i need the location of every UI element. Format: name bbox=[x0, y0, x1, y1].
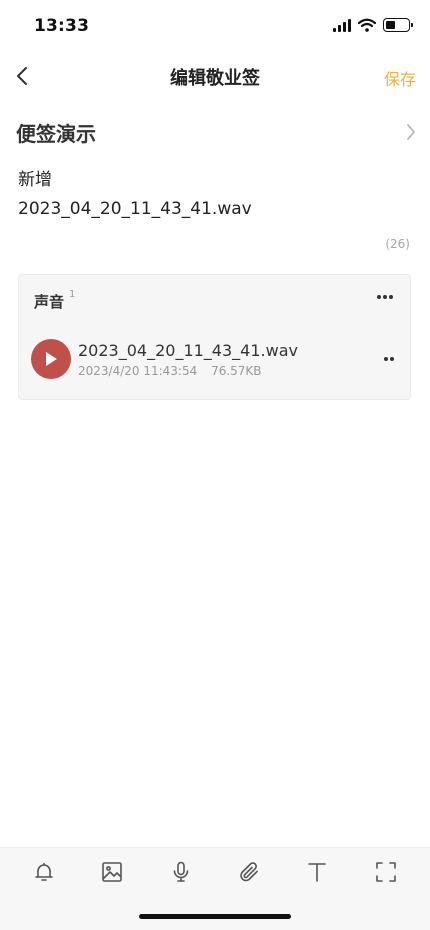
insert-image-button[interactable] bbox=[94, 854, 130, 890]
page-title: 编辑敬业签 bbox=[170, 68, 260, 89]
record-audio-button[interactable] bbox=[163, 854, 199, 890]
note-title-row[interactable]: 便签演示 bbox=[16, 112, 416, 152]
play-button[interactable] bbox=[31, 339, 71, 379]
battery-level bbox=[386, 21, 396, 29]
note-title: 便签演示 bbox=[16, 121, 96, 146]
more-dot bbox=[389, 295, 393, 299]
microphone-icon bbox=[173, 861, 189, 882]
fullscreen-button[interactable] bbox=[368, 854, 404, 890]
screen: 13:33 编辑敬业签 保存 便签演示 新增 2023_04_20_11_43_… bbox=[0, 0, 430, 930]
audio-item-more-button[interactable] bbox=[379, 351, 399, 367]
battery-icon bbox=[383, 18, 413, 32]
audio-section-count: 1 bbox=[69, 289, 76, 300]
audio-datetime: 2023/4/20 11:43:54 bbox=[78, 364, 198, 378]
text-icon bbox=[308, 863, 327, 882]
note-body-line: 新增 bbox=[18, 170, 52, 190]
nav-bar: 编辑敬业签 保存 bbox=[0, 54, 430, 98]
audio-section-label: 声音 bbox=[34, 293, 65, 311]
home-indicator[interactable] bbox=[139, 914, 291, 919]
cellular-signal-icon bbox=[333, 18, 351, 32]
audio-size: 76.57KB bbox=[211, 364, 262, 378]
note-body-line: 2023_04_20_11_43_41.wav bbox=[18, 199, 252, 219]
image-icon bbox=[102, 862, 123, 882]
text-format-button[interactable] bbox=[299, 854, 335, 890]
bottom-toolbar bbox=[0, 847, 430, 896]
attach-file-button[interactable] bbox=[231, 854, 267, 890]
audio-section-header: 声音 1 bbox=[34, 289, 76, 312]
character-count: (26) bbox=[385, 237, 410, 251]
audio-filename: 2023_04_20_11_43_41.wav bbox=[78, 341, 298, 360]
note-body-editor[interactable]: 新增 2023_04_20_11_43_41.wav bbox=[18, 166, 412, 224]
audio-meta: 2023/4/20 11:43:54 76.57KB bbox=[78, 364, 262, 378]
home-indicator-area bbox=[0, 896, 430, 930]
status-time: 13:33 bbox=[34, 16, 90, 36]
status-icons bbox=[333, 18, 413, 32]
chevron-right-icon bbox=[407, 124, 415, 140]
more-dot bbox=[390, 357, 394, 361]
more-dots-icon bbox=[377, 295, 381, 299]
audio-section-more-button[interactable] bbox=[372, 287, 398, 307]
status-bar: 13:33 bbox=[0, 0, 430, 54]
more-dots-icon bbox=[384, 357, 388, 361]
play-icon bbox=[46, 352, 57, 366]
more-dot bbox=[383, 295, 387, 299]
paperclip-icon bbox=[240, 862, 258, 882]
audio-item[interactable]: 2023_04_20_11_43_41.wav 2023/4/20 11:43:… bbox=[31, 339, 401, 383]
save-button[interactable]: 保存 bbox=[384, 66, 416, 90]
wifi-icon bbox=[358, 18, 376, 32]
fullscreen-icon bbox=[375, 862, 396, 882]
bell-icon bbox=[35, 862, 53, 881]
audio-attachments-card: 声音 1 2023_04_20_11_43_41.wav 2023/4/20 1… bbox=[18, 274, 411, 400]
reminder-button[interactable] bbox=[26, 854, 62, 890]
